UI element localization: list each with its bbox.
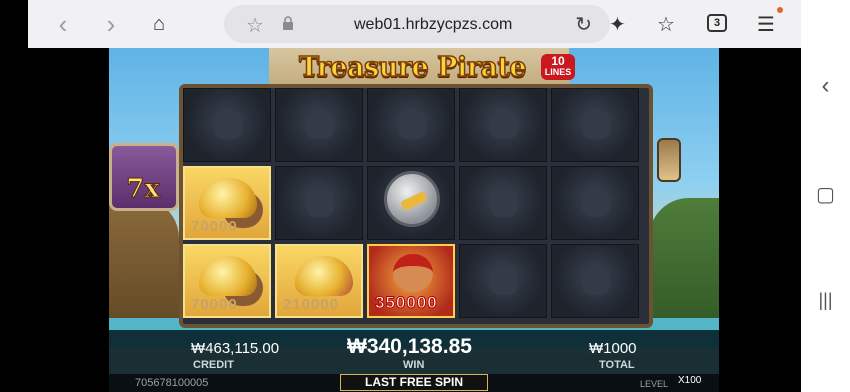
- crossed-swords-icon: [400, 190, 428, 212]
- lines-badge-number: 10: [551, 54, 565, 68]
- credit-value: ₩463,115.00: [191, 340, 280, 357]
- treasure-sack-cell: 70000: [183, 244, 271, 318]
- total-value: ₩1000: [589, 340, 637, 357]
- cell-value: 70000: [191, 218, 238, 235]
- home-icon[interactable]: ⌂: [144, 10, 174, 40]
- skull-icon: [490, 109, 518, 139]
- reel-cell: [551, 244, 639, 318]
- lock-icon: [283, 16, 293, 30]
- skull-icon: [306, 187, 334, 217]
- pirate-icon: [393, 254, 433, 292]
- reel-cell: [551, 88, 639, 162]
- treasure-sack-cell: 70000: [183, 166, 271, 240]
- system-recents-icon[interactable]: |||: [801, 290, 850, 311]
- session-id: 705678100005: [135, 377, 209, 389]
- reel-cell: [183, 88, 271, 162]
- balance-panel: ₩463,115.00 CREDIT ₩340,138.85 WIN ₩1000…: [109, 330, 719, 374]
- skull-icon: [582, 109, 610, 139]
- skull-icon: [306, 109, 334, 139]
- cell-value: 70000: [191, 296, 238, 313]
- reel-cell: [551, 166, 639, 240]
- system-back-icon[interactable]: ‹: [801, 72, 850, 100]
- reel-cell: [459, 88, 547, 162]
- skull-icon: [582, 265, 610, 295]
- system-home-icon[interactable]: ▢: [801, 182, 850, 207]
- reel-cell: [367, 166, 455, 240]
- level-label: LEVEL: [640, 379, 669, 389]
- bookmark-star-icon[interactable]: ☆: [246, 13, 264, 38]
- info-bar: 705678100005 LAST FREE SPIN LEVEL X100: [109, 374, 719, 392]
- reload-icon[interactable]: ↻: [575, 12, 592, 37]
- favorites-star-icon[interactable]: ☆: [657, 12, 675, 37]
- reel-cell: [459, 166, 547, 240]
- credit-label: CREDIT: [193, 359, 234, 371]
- wild-coin-icon: [384, 171, 440, 227]
- system-nav-bar: ‹ ▢ |||: [801, 0, 850, 392]
- url-text: web01.hrbzycpzs.com: [354, 16, 513, 33]
- win-label: WIN: [403, 359, 425, 371]
- skull-icon: [398, 109, 426, 139]
- browser-toolbar: ‹ › ⌂ ☆ web01.hrbzycpzs.com ↻ ✦ ☆ 3 ☰: [28, 0, 801, 48]
- cell-value-highlight: 350000: [375, 293, 438, 313]
- reel-grid: 70000 70000 210000 350000: [179, 84, 653, 328]
- coins-icon: [199, 178, 257, 218]
- sparkle-icon[interactable]: ✦: [609, 12, 626, 37]
- tab-count-button[interactable]: 3: [707, 14, 727, 32]
- game-logo: Treasure Pirate: [298, 51, 549, 86]
- back-arrow-icon[interactable]: ‹: [48, 10, 78, 40]
- reel-cell: [367, 88, 455, 162]
- address-bar[interactable]: ☆ web01.hrbzycpzs.com ↻: [224, 5, 610, 43]
- barrel-coins-icon: [295, 256, 353, 296]
- reel-cell: [275, 166, 363, 240]
- reel-cell: [275, 88, 363, 162]
- multiplier-value: 7x: [126, 174, 161, 205]
- forward-arrow-icon[interactable]: ›: [96, 10, 126, 40]
- notification-dot: [777, 7, 783, 13]
- lines-badge: 10 LINES: [541, 54, 575, 80]
- skull-icon: [214, 109, 242, 139]
- pirate-captain-cell: 350000: [367, 244, 455, 318]
- treasure-barrel-cell: 210000: [275, 244, 363, 318]
- game-canvas[interactable]: Treasure Pirate 10 LINES 7x 70000 70000: [109, 48, 719, 392]
- skull-icon: [490, 187, 518, 217]
- win-value: ₩340,138.85: [347, 335, 472, 358]
- lantern-icon: [657, 138, 681, 182]
- cell-value: 210000: [283, 296, 340, 313]
- last-free-spin-indicator: LAST FREE SPIN: [340, 374, 488, 391]
- lines-badge-text: LINES: [544, 67, 572, 77]
- reel-cell: [459, 244, 547, 318]
- level-value: X100: [678, 375, 702, 386]
- skull-icon: [490, 265, 518, 295]
- skull-icon: [582, 187, 610, 217]
- game-title: Treasure Pirate: [298, 51, 527, 84]
- total-label: TOTAL: [599, 359, 635, 371]
- menu-icon[interactable]: ☰: [757, 12, 775, 37]
- coins-icon: [199, 256, 257, 296]
